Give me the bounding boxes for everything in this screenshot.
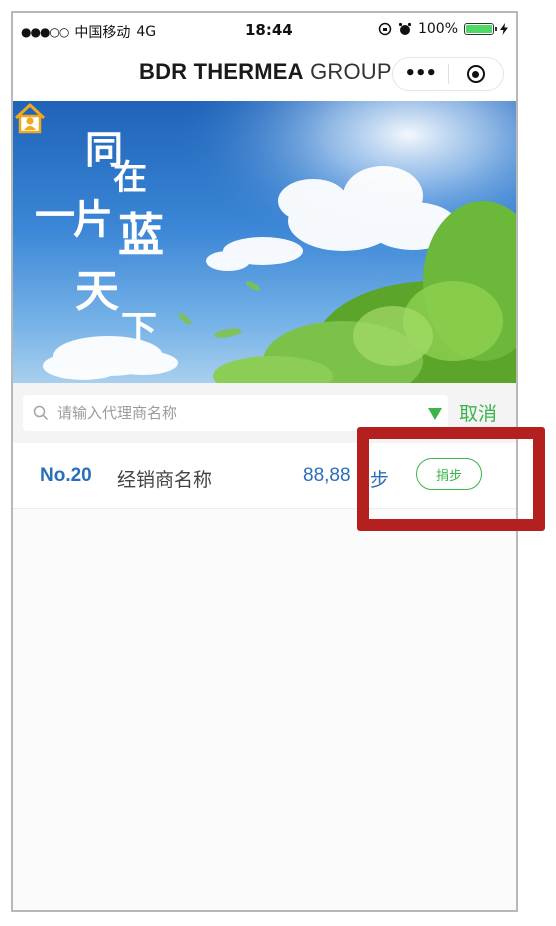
search-icon: [33, 405, 49, 421]
brand-bold: BDR THERMEA: [139, 59, 304, 84]
clock: 18:44: [245, 21, 293, 39]
target-icon: [466, 65, 485, 83]
calligraphy-char-4: 片: [73, 196, 113, 243]
brand-light: GROUP: [310, 59, 392, 84]
signal-strength-icon: ●●●○○: [21, 25, 69, 39]
status-left: ●●●○○ 中国移动 4G: [21, 22, 156, 42]
rotation-lock-icon: [378, 22, 392, 36]
dropdown-triangle-icon[interactable]: [428, 408, 442, 420]
close-mini-program-button[interactable]: [448, 65, 503, 83]
title-bar: BDR THERMEA GROUP •••: [13, 47, 516, 101]
status-right: 100%: [378, 21, 508, 37]
network-label: 4G: [136, 24, 157, 40]
sky-tree-illustration: 同 在 一 片 蓝 天 下: [13, 101, 516, 383]
dealer-name: 经销商名称: [117, 469, 213, 491]
agent-search-input[interactable]: [55, 403, 379, 423]
banner-image: 同 在 一 片 蓝 天 下: [13, 101, 516, 383]
calligraphy-char-6: 天: [75, 266, 119, 317]
step-count: 88,88: [303, 465, 351, 486]
charging-icon: [500, 23, 508, 35]
search-box: [23, 395, 448, 431]
status-bar: ●●●○○ 中国移动 4G 18:44 100%: [13, 13, 516, 47]
battery-icon: [464, 23, 497, 35]
mini-program-capsule: •••: [392, 57, 504, 91]
calligraphy-char-7: 下: [121, 308, 157, 350]
battery-percent: 100%: [417, 21, 458, 37]
rank-label: No.20: [40, 465, 92, 486]
calligraphy-char-5: 蓝: [118, 208, 164, 262]
carrier-label: 中国移动: [74, 25, 131, 41]
annotation-highlight-box: [357, 427, 545, 531]
calligraphy-char-2: 在: [113, 158, 147, 198]
calligraphy-char-3: 一: [35, 192, 75, 239]
brand-title: BDR THERMEA GROUP: [139, 59, 392, 85]
cancel-button[interactable]: 取消: [459, 399, 497, 426]
home-profile-icon[interactable]: [13, 101, 47, 135]
more-menu-button[interactable]: •••: [393, 59, 448, 89]
alarm-icon: [398, 22, 412, 35]
